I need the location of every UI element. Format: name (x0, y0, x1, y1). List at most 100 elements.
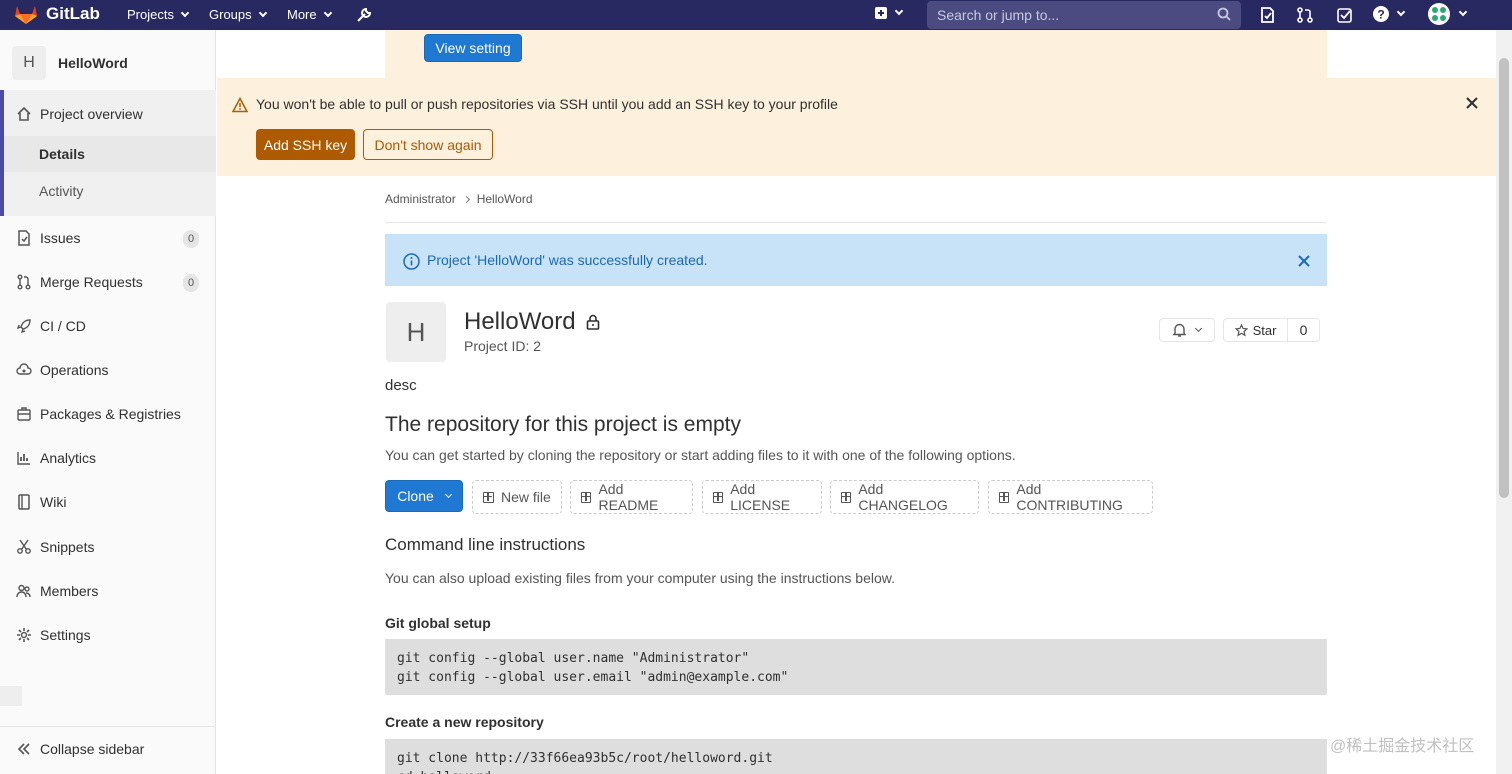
users-icon (16, 584, 31, 598)
sidebar-item-packages[interactable]: Packages & Registries (16, 406, 181, 422)
breadcrumb-divider (385, 222, 1327, 223)
new-file-button[interactable]: New file (472, 480, 562, 514)
sidebar-item-label: Analytics (40, 450, 97, 466)
command-line-title: Command line instructions (385, 535, 586, 554)
sidebar-item-ci-cd[interactable]: CI / CD (16, 318, 86, 334)
user-avatar-icon (1428, 3, 1450, 25)
flash-notice: Project 'HelloWord' was successfully cre… (385, 234, 1327, 286)
chevron-down-icon (180, 8, 190, 17)
sidebar-item-label: Wiki (40, 494, 67, 510)
sidebar-details-highlight (4, 136, 216, 172)
git-global-setup-code[interactable]: git config --global user.name "Administr… (385, 639, 1327, 695)
sidebar-item-members[interactable]: Members (16, 583, 98, 599)
nav-more[interactable]: More (287, 7, 332, 22)
sidebar-item-label: Settings (40, 627, 91, 643)
new-file-label: New file (501, 489, 551, 505)
project-avatar: H (12, 46, 46, 80)
chevron-down-icon (323, 8, 332, 17)
plus-square-icon (841, 491, 852, 503)
add-readme-button[interactable]: Add README (570, 480, 693, 514)
sidebar-item-label: Members (40, 583, 99, 599)
package-icon (17, 407, 31, 421)
add-changelog-label: Add CHANGELOG (858, 481, 948, 513)
home-icon (17, 106, 31, 121)
sidebar-project-header[interactable]: H HelloWord (12, 46, 128, 80)
dont-show-again-button[interactable]: Don't show again (363, 129, 493, 160)
sidebar-item-activity[interactable]: Activity (39, 183, 83, 199)
scrollbar-thumb[interactable] (1499, 58, 1509, 498)
scissors-icon (17, 539, 31, 554)
sidebar-item-label: Issues (40, 230, 81, 246)
sidebar-item-label: Operations (40, 362, 109, 378)
sidebar-item-project-overview[interactable]: Project overview (16, 106, 143, 122)
ssh-warning-text: You won't be able to pull or push reposi… (256, 96, 838, 112)
plus-square-icon (581, 491, 592, 503)
gitlab-logo[interactable]: GitLab (14, 3, 100, 25)
chevron-down-icon (258, 8, 267, 17)
user-menu[interactable] (1428, 3, 1468, 25)
gitlab-brand: GitLab (46, 4, 100, 23)
page-scrollbar[interactable] (1496, 30, 1512, 774)
warning-icon (232, 97, 248, 113)
close-icon[interactable] (1298, 255, 1310, 267)
sidebar-item-snippets[interactable]: Snippets (16, 539, 94, 555)
add-contributing-label: Add CONTRIBUTING (1016, 481, 1123, 513)
empty-repo-subtitle: You can get started by cloning the repos… (385, 447, 1016, 463)
breadcrumb-administrator[interactable]: Administrator (385, 192, 456, 206)
sidebar-tooltip-placeholder (0, 686, 22, 706)
create-repo-code[interactable]: git clone http://33f66ea93b5c/root/hello… (385, 739, 1327, 774)
close-icon[interactable] (1466, 97, 1478, 109)
chevron-down-icon (894, 6, 904, 16)
sidebar-item-settings[interactable]: Settings (16, 627, 91, 643)
nav-projects-label: Projects (127, 7, 174, 22)
sidebar-item-analytics[interactable]: Analytics (16, 450, 96, 466)
double-chevron-left-icon (17, 743, 30, 755)
nav-groups-label: Groups (209, 7, 252, 22)
sidebar-item-wiki[interactable]: Wiki (16, 494, 66, 510)
help-dropdown[interactable]: ? (1372, 5, 1406, 23)
search-input[interactable]: Search or jump to... (927, 1, 1241, 29)
notification-dropdown[interactable] (1159, 318, 1215, 342)
command-line-subtitle: You can also upload existing files from … (385, 570, 895, 586)
cloud-gear-icon (16, 363, 32, 375)
collapse-sidebar-label: Collapse sidebar (40, 741, 145, 757)
clone-dropdown-button[interactable]: Clone (385, 480, 463, 512)
add-license-button[interactable]: Add LICENSE (702, 480, 822, 514)
add-changelog-button[interactable]: Add CHANGELOG (830, 480, 979, 514)
help-icon: ? (1373, 6, 1389, 22)
todos-nav-icon[interactable] (1336, 6, 1354, 24)
sidebar-item-label: Snippets (40, 539, 95, 555)
view-setting-button[interactable]: View setting (424, 34, 522, 62)
star-count[interactable]: 0 (1288, 318, 1320, 342)
book-icon (18, 494, 30, 510)
star-label: Star (1252, 322, 1277, 338)
search-placeholder: Search or jump to... (937, 7, 1060, 23)
collapse-sidebar-button[interactable]: Collapse sidebar (0, 726, 216, 774)
sidebar-item-merge-requests[interactable]: Merge Requests (16, 274, 143, 290)
add-contributing-button[interactable]: Add CONTRIBUTING (988, 480, 1153, 514)
search-icon (1217, 7, 1231, 21)
project-id: Project ID: 2 (464, 338, 542, 354)
nav-groups[interactable]: Groups (209, 7, 267, 22)
info-icon (403, 253, 420, 270)
add-ssh-key-button[interactable]: Add SSH key (256, 129, 355, 160)
plus-square-icon (999, 491, 1010, 503)
lock-icon (586, 314, 599, 330)
breadcrumb-project[interactable]: HelloWord (477, 192, 533, 206)
admin-wrench-icon[interactable] (355, 6, 373, 24)
add-readme-label: Add README (598, 481, 659, 513)
watermark: @稀土掘金技术社区 (1330, 738, 1475, 755)
issues-nav-icon[interactable] (1258, 6, 1276, 24)
chevron-right-icon (462, 195, 470, 203)
project-avatar-large: H (386, 302, 446, 362)
star-button[interactable]: Star (1223, 318, 1288, 342)
nav-projects[interactable]: Projects (127, 7, 190, 22)
chart-icon (17, 452, 30, 465)
sidebar-item-label: CI / CD (40, 318, 86, 334)
new-dropdown[interactable] (874, 6, 904, 20)
sidebar-item-operations[interactable]: Operations (16, 362, 108, 378)
sidebar-item-details[interactable]: Details (39, 146, 85, 162)
merge-requests-nav-icon[interactable] (1296, 6, 1314, 24)
sidebar-item-issues[interactable]: Issues (16, 230, 80, 246)
issues-icon (18, 230, 30, 246)
